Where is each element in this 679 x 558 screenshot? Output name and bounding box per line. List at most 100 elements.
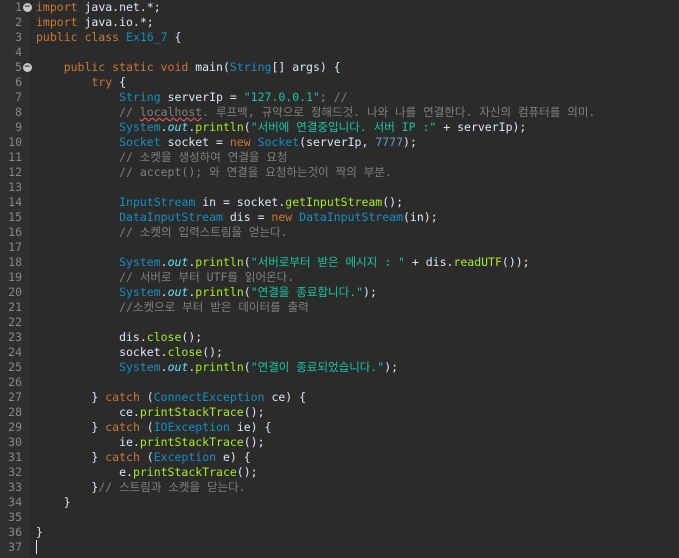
- code-token: );: [403, 135, 417, 149]
- code-line[interactable]: 8 // localhost. 루프백, 규약으로 정해드것. 나와 나를 연결…: [0, 105, 679, 120]
- code-token: out: [167, 360, 189, 374]
- code-token: out: [167, 120, 189, 134]
- code-line[interactable]: 16 // 소켓의 입력스트림을 얻는다.: [0, 225, 679, 240]
- code-line[interactable]: 11 // 소켓을 생성하여 연결을 요청: [0, 150, 679, 165]
- code-token: (: [222, 60, 230, 74]
- line-number: 19: [8, 270, 22, 284]
- code-token: ();: [243, 405, 265, 419]
- code-token: dis.: [36, 330, 147, 344]
- code-line[interactable]: 9 System.out.println("서버에 연결중입니다. 서버 IP …: [0, 120, 679, 135]
- code-line[interactable]: 32 e.printStackTrace();: [0, 465, 679, 480]
- fold-collapse-icon[interactable]: −: [23, 63, 32, 72]
- code-line[interactable]: 21 //소켓으로 부터 받은 데이터를 출력: [0, 300, 679, 315]
- code-token: main: [195, 60, 223, 74]
- code-line[interactable]: 33 }// 스트림과 소켓을 닫는다.: [0, 480, 679, 495]
- line-number: 9: [15, 120, 22, 134]
- code-line[interactable]: 25 System.out.println("연결이 종료되었습니다.");: [0, 360, 679, 375]
- code-text: } catch (Exception e) {: [36, 450, 250, 465]
- code-token: Exception: [153, 450, 217, 464]
- code-token: .: [160, 360, 168, 374]
- code-line[interactable]: 6 try {: [0, 75, 679, 90]
- code-line[interactable]: 7 String serverIp = "127.0.0.1"; //: [0, 90, 679, 105]
- line-number: 29: [8, 420, 22, 434]
- code-token: {: [167, 30, 182, 44]
- code-line[interactable]: 30 ie.printStackTrace();: [0, 435, 679, 450]
- code-line[interactable]: 22: [0, 315, 679, 330]
- code-token: ; //: [319, 90, 348, 104]
- code-line[interactable]: 19 // 서버로 부터 UTF를 읽어온다.: [0, 270, 679, 285]
- code-editor[interactable]: 1− import java.net.*; 2 import java.io.*; 3 p…: [0, 0, 679, 558]
- code-line[interactable]: 29 } catch (IOException ie) {: [0, 420, 679, 435]
- fold-collapse-icon[interactable]: −: [23, 3, 32, 12]
- code-line[interactable]: 4: [0, 45, 679, 60]
- code-token: }: [36, 525, 43, 539]
- code-line[interactable]: 15 DataInputStream dis = new DataInputSt…: [0, 210, 679, 225]
- line-number: 25: [8, 360, 22, 374]
- code-token: + serverIp);: [436, 120, 527, 134]
- line-number: 17: [8, 240, 22, 254]
- code-line[interactable]: 34 }: [0, 495, 679, 510]
- code-line[interactable]: 10 Socket socket = new Socket(serverIp, …: [0, 135, 679, 150]
- code-line[interactable]: 27 } catch (ConnectException ce) {: [0, 390, 679, 405]
- code-token: System: [119, 360, 161, 374]
- code-line[interactable]: 17: [0, 240, 679, 255]
- code-text: // 소켓을 생성하여 연결을 요청: [36, 150, 288, 165]
- code-line[interactable]: 24 socket.close();: [0, 345, 679, 360]
- code-token: try: [36, 75, 113, 89]
- code-token: }: [36, 450, 106, 464]
- code-line[interactable]: 23 dis.close();: [0, 330, 679, 345]
- code-line[interactable]: 26: [0, 375, 679, 390]
- code-text: Socket socket = new Socket(serverIp, 777…: [36, 135, 417, 150]
- code-line[interactable]: 31 } catch (Exception e) {: [0, 450, 679, 465]
- code-token: . 루프백, 규약으로 정해드것. 나와 나를 연결한다. 자신의 컴퓨터를 의…: [202, 105, 596, 119]
- code-token: ();: [236, 465, 258, 479]
- line-number: 23: [8, 330, 22, 344]
- line-number: 31: [8, 450, 22, 464]
- code-token: }: [36, 495, 71, 509]
- code-line[interactable]: 18 System.out.println("서버로부터 받은 메시지 : " …: [0, 255, 679, 270]
- code-token: DataInputStream: [119, 210, 223, 224]
- code-line[interactable]: 36}: [0, 525, 679, 540]
- code-token: );: [363, 285, 377, 299]
- code-token: "연결이 종료되었습니다.": [250, 360, 385, 374]
- code-token: ie) {: [229, 420, 272, 434]
- code-token: }: [36, 390, 106, 404]
- code-line[interactable]: 37: [0, 540, 679, 555]
- code-token: // accept(); 와 연결을 요청하는것이 짝의 부분.: [36, 165, 392, 179]
- code-text: import java.net.*;: [36, 0, 161, 15]
- line-number: 7: [15, 90, 22, 104]
- code-token: + dis.: [404, 255, 454, 269]
- code-token: println: [195, 120, 244, 134]
- line-number: 16: [8, 225, 22, 239]
- code-token: ie.: [36, 435, 140, 449]
- code-token: (: [243, 255, 251, 269]
- code-token: //: [36, 105, 140, 119]
- code-text: // accept(); 와 연결을 요청하는것이 짝의 부분.: [36, 165, 392, 180]
- code-line[interactable]: 12 // accept(); 와 연결을 요청하는것이 짝의 부분.: [0, 165, 679, 180]
- code-token: 7777: [375, 135, 404, 149]
- code-text: DataInputStream dis = new DataInputStrea…: [36, 210, 438, 225]
- code-line[interactable]: 5− public static void main(String[] args…: [0, 60, 679, 75]
- text-cursor: [36, 540, 37, 554]
- code-line[interactable]: 1− import java.net.*;: [0, 0, 679, 15]
- code-line[interactable]: 2 import java.io.*;: [0, 15, 679, 30]
- code-text: System.out.println("서버에 연결중입니다. 서버 IP :"…: [36, 120, 526, 135]
- code-line[interactable]: 20 System.out.println("연결을 종료합니다.");: [0, 285, 679, 300]
- code-token: .: [160, 255, 168, 269]
- code-token: e.: [36, 465, 133, 479]
- code-line[interactable]: 3 public class Ex16_7 {: [0, 30, 679, 45]
- code-line[interactable]: 14 InputStream in = socket.getInputStrea…: [0, 195, 679, 210]
- code-line[interactable]: 13: [0, 180, 679, 195]
- code-text: // localhost. 루프백, 규약으로 정해드것. 나와 나를 연결한다…: [36, 105, 595, 120]
- code-token: "연결을 종료합니다.": [250, 285, 364, 299]
- code-line[interactable]: 35: [0, 510, 679, 525]
- code-text: public class Ex16_7 {: [36, 30, 181, 45]
- code-line[interactable]: 28 ce.printStackTrace();: [0, 405, 679, 420]
- line-number: 14: [8, 195, 22, 209]
- code-token: ce.: [36, 405, 140, 419]
- code-text: }: [36, 495, 71, 510]
